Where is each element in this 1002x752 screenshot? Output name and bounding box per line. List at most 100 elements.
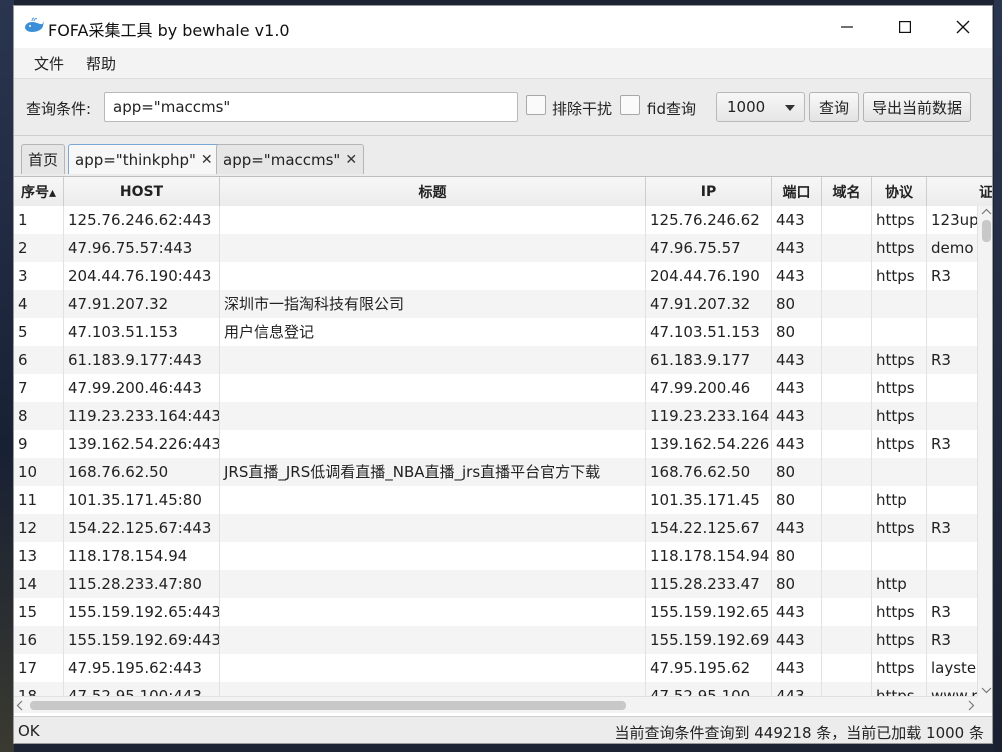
vertical-scroll-thumb[interactable] [982,220,991,242]
table-row[interactable]: 2 47.96.75.57:443 47.96.75.57 443 https demo [14,234,977,262]
column-header-cert[interactable]: 证 [927,177,992,206]
cell-port: 443 [772,654,822,682]
table-row[interactable]: 11 101.35.171.45:80 101.35.171.45 80 http [14,486,977,514]
table-row[interactable]: 14 115.28.233.47:80 115.28.233.47 80 http [14,570,977,598]
result-size-value: 1000 [727,98,766,116]
cell-cert [927,542,977,570]
cell-protocol: https [872,402,927,430]
window-title: FOFA采集工具 by bewhale v1.0 [48,21,290,40]
scroll-up-icon[interactable] [978,206,993,218]
tab-home[interactable]: 首页 [21,144,66,174]
cell-port: 443 [772,262,822,290]
horizontal-scrollbar[interactable] [14,696,977,713]
column-header-port[interactable]: 端口 [772,177,822,206]
column-header-host[interactable]: HOST [64,177,220,206]
minimize-button[interactable] [818,6,876,48]
table-row[interactable]: 7 47.99.200.46:443 47.99.200.46 443 https [14,374,977,402]
horizontal-scroll-thumb[interactable] [30,701,626,710]
vertical-scrollbar[interactable] [977,206,993,696]
cell-protocol: http [872,570,927,598]
table-row[interactable]: 13 118.178.154.94 118.178.154.94 80 [14,542,977,570]
fid-query-checkbox[interactable] [620,95,640,115]
title-bar[interactable]: FOFA采集工具 by bewhale v1.0 [14,6,992,48]
column-header-title[interactable]: 标题 [220,177,646,206]
tab-bar: 首页 app="thinkphp" ✕ app="maccms" ✕ [14,136,992,176]
cell-title: 用户信息登记 [220,318,646,346]
close-icon[interactable]: ✕ [345,152,357,168]
tab-thinkphp[interactable]: app="thinkphp" ✕ [68,144,220,174]
cell-ip: 204.44.76.190 [646,262,772,290]
table-row[interactable]: 5 47.103.51.153 用户信息登记 47.103.51.153 80 [14,318,977,346]
cell-title [220,430,646,458]
table-row[interactable]: 9 139.162.54.226:443 139.162.54.226 443 http… [14,430,977,458]
cell-ip: 47.95.195.62 [646,654,772,682]
table-row[interactable]: 1 125.76.246.62:443 125.76.246.62 443 https 1… [14,206,977,234]
maximize-button[interactable] [876,6,934,48]
cell-title: 深圳市一指淘科技有限公司 [220,290,646,318]
column-header-ip[interactable]: IP [646,177,772,206]
desktop-background [0,0,14,752]
cell-index: 17 [14,654,64,682]
cell-host: 47.52.95.100:443 [64,682,220,696]
scroll-right-icon[interactable] [965,697,977,714]
column-header-protocol[interactable]: 协议 [872,177,927,206]
column-header-domain[interactable]: 域名 [822,177,872,206]
cell-protocol [872,318,927,346]
cell-title [220,374,646,402]
table-row[interactable]: 12 154.22.125.67:443 154.22.125.67 443 https… [14,514,977,542]
tab-maccms[interactable]: app="maccms" ✕ [216,144,365,174]
table-row[interactable]: 6 61.183.9.177:443 61.183.9.177 443 https R3 [14,346,977,374]
query-input[interactable] [104,92,518,122]
table-row[interactable]: 15 155.159.192.65:443 155.159.192.65 443 htt… [14,598,977,626]
cell-cert: R3 [927,262,977,290]
exclude-interference-checkbox[interactable] [526,95,546,115]
table-row[interactable]: 4 47.91.207.32 深圳市一指淘科技有限公司 47.91.207.32 80 [14,290,977,318]
query-toolbar: 查询条件: 排除干扰 fid查询 1000 查询 导出当前数据 [14,78,992,136]
cell-cert [927,458,977,486]
cell-protocol: https [872,598,927,626]
menu-help[interactable]: 帮助 [86,53,116,74]
cell-ip: 154.22.125.67 [646,514,772,542]
cell-ip: 101.35.171.45 [646,486,772,514]
export-button[interactable]: 导出当前数据 [863,92,971,122]
exclude-interference-label: 排除干扰 [552,100,613,118]
cell-title [220,514,646,542]
scroll-left-icon[interactable] [14,697,26,714]
cell-index: 13 [14,542,64,570]
cell-host: 119.23.233.164:443 [64,402,220,430]
cell-host: 125.76.246.62:443 [64,206,220,234]
cell-host: 47.99.200.46:443 [64,374,220,402]
close-button[interactable] [934,6,992,48]
menu-file[interactable]: 文件 [34,53,64,74]
table-row[interactable]: 3 204.44.76.190:443 204.44.76.190 443 https R… [14,262,977,290]
cell-host: 139.162.54.226:443 [64,430,220,458]
cell-host: 204.44.76.190:443 [64,262,220,290]
cell-host: 61.183.9.177:443 [64,346,220,374]
table-row[interactable]: 8 119.23.233.164:443 119.23.233.164 443 http… [14,402,977,430]
result-size-select[interactable]: 1000 [716,92,805,122]
cell-domain [822,514,872,542]
cell-cert: R3 [927,346,977,374]
tab-label: app="thinkphp" [75,150,196,169]
cell-domain [822,570,872,598]
cell-port: 80 [772,486,822,514]
search-button[interactable]: 查询 [809,92,859,122]
cell-index: 1 [14,206,64,234]
cell-host: 154.22.125.67:443 [64,514,220,542]
table-row[interactable]: 17 47.95.195.62:443 47.95.195.62 443 https la… [14,654,977,682]
cell-port: 443 [772,514,822,542]
table-row[interactable]: 18 47.52.95.100:443 47.52.95.100 443 https ww… [14,682,977,696]
fid-query-label: fid查询 [647,100,696,118]
cell-cert: R3 [927,514,977,542]
cell-protocol: https [872,430,927,458]
table-row[interactable]: 10 168.76.62.50 JRS直播_JRS低调看直播_NBA直播_jrs直播… [14,458,977,486]
cell-port: 443 [772,346,822,374]
table-row[interactable]: 16 155.159.192.69:443 155.159.192.69 443 htt… [14,626,977,654]
cell-protocol: https [872,262,927,290]
scroll-down-icon[interactable] [978,684,993,696]
cell-port: 443 [772,598,822,626]
cell-host: 47.96.75.57:443 [64,234,220,262]
column-header-index[interactable]: 序号▴ [14,177,64,206]
cell-domain [822,402,872,430]
close-icon[interactable]: ✕ [201,152,213,168]
